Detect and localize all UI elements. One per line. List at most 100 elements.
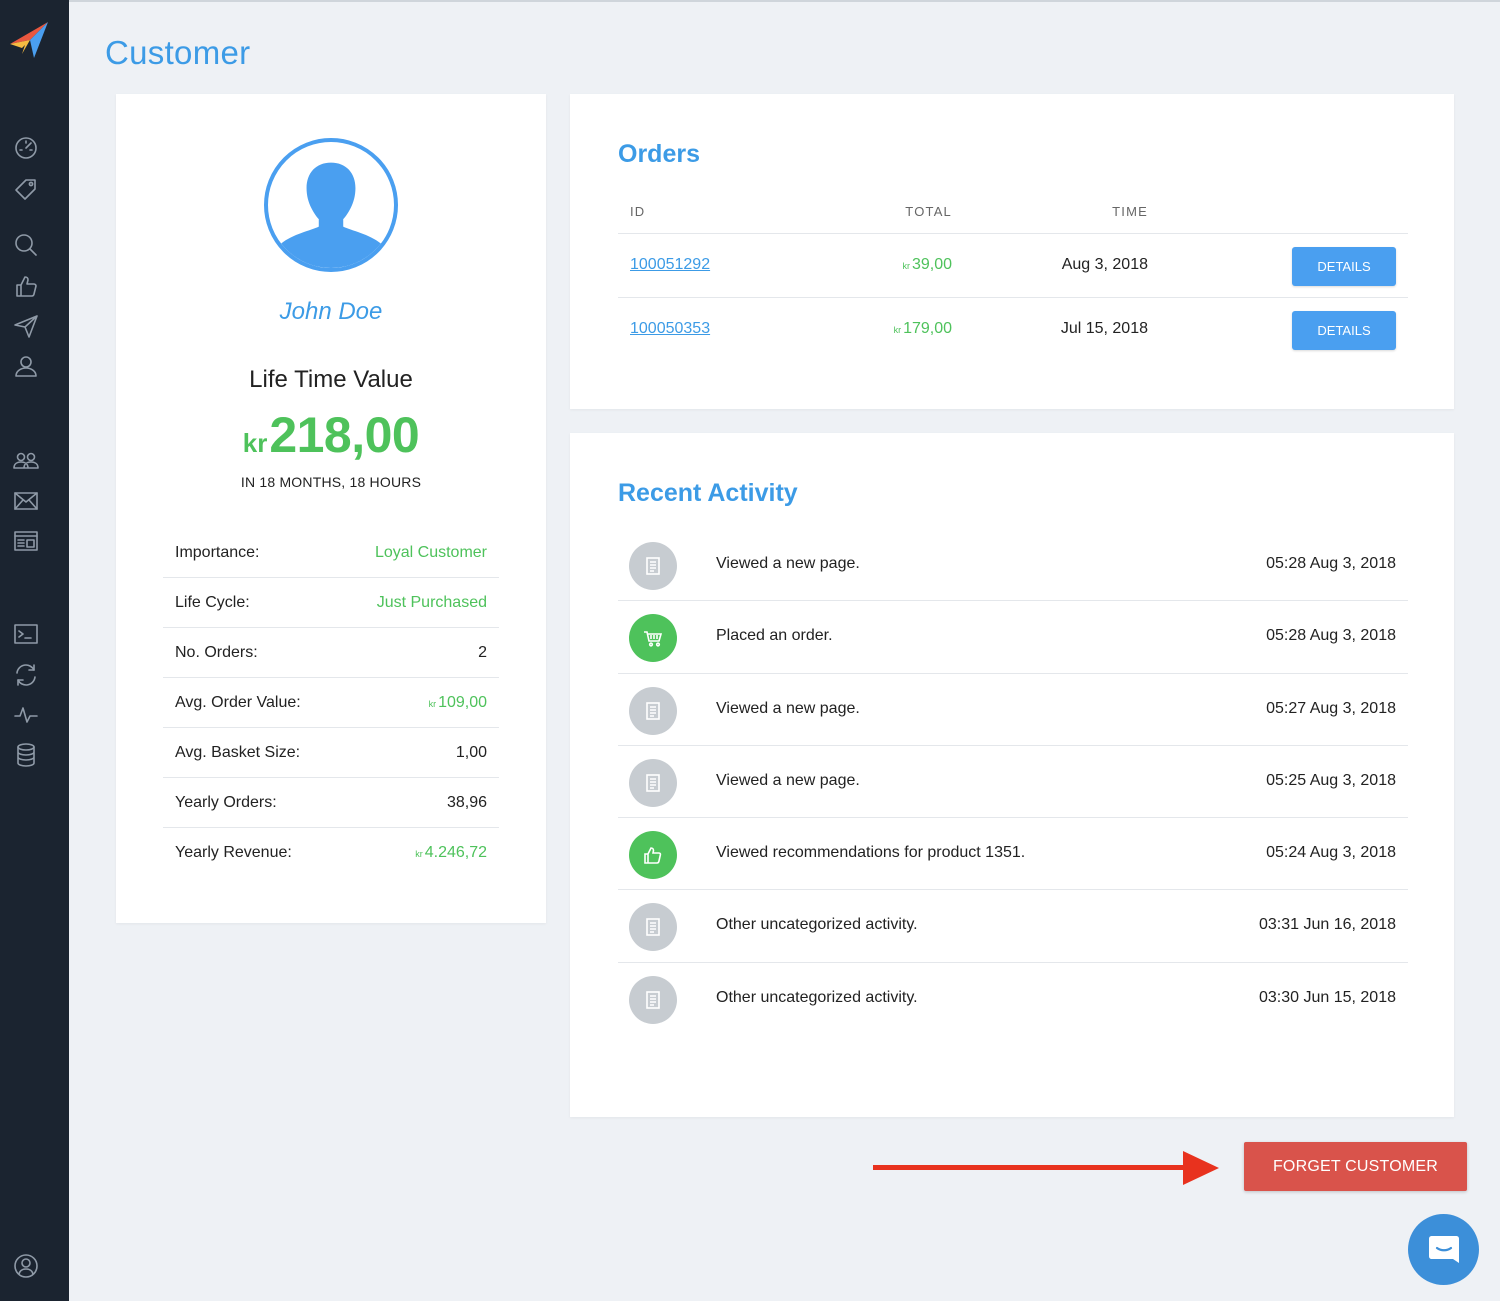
sidebar bbox=[0, 0, 69, 1301]
activity-time: 05:27 Aug 3, 2018 bbox=[1266, 699, 1396, 717]
stat-value-text: 38,96 bbox=[446, 793, 487, 811]
terminal-icon[interactable] bbox=[12, 620, 40, 648]
list-item: Viewed a new page. 05:25 Aug 3, 2018 bbox=[618, 746, 1408, 819]
stat-value-text: 1,00 bbox=[455, 743, 487, 761]
stat-row-avg-order-value: Avg. Order Value: kr 109,00 bbox=[163, 678, 499, 728]
stat-value-text: 109,00 bbox=[438, 693, 487, 711]
chat-icon bbox=[1428, 1235, 1459, 1263]
stat-value: 1,00 bbox=[456, 744, 487, 762]
stat-row-importance: Importance: Loyal Customer bbox=[163, 528, 499, 578]
stat-row-avg-basket-size: Avg. Basket Size: 1,00 bbox=[163, 728, 499, 778]
list-item: Other uncategorized activity. 03:30 Jun … bbox=[618, 963, 1408, 1035]
profile-card: John Doe Life Time Value kr218,00 IN 18 … bbox=[116, 94, 546, 923]
ltv-currency: kr bbox=[242, 428, 268, 458]
account-icon[interactable] bbox=[12, 1252, 40, 1280]
page-icon bbox=[629, 903, 677, 952]
thumbs-up-icon bbox=[629, 831, 677, 880]
stats-list: Importance: Loyal Customer Life Cycle: J… bbox=[163, 528, 499, 878]
search-icon[interactable] bbox=[12, 231, 40, 259]
list-item: Other uncategorized activity. 03:31 Jun … bbox=[618, 890, 1408, 963]
page-icon bbox=[629, 686, 677, 735]
customer-name: John Doe bbox=[279, 298, 383, 325]
currency: kr bbox=[902, 261, 910, 271]
table-row: 100051292 kr 39,00 Aug 3, 2018 DETAILS bbox=[618, 234, 1408, 298]
orders-table: ID TOTAL TIME 100051292 kr 39,00 Aug 3, 2… bbox=[618, 192, 1408, 362]
order-id-link[interactable]: 100051292 bbox=[630, 256, 710, 274]
dashboard-icon[interactable] bbox=[12, 134, 40, 162]
stat-row-no-orders: No. Orders: 2 bbox=[163, 628, 499, 678]
tag-icon[interactable] bbox=[12, 175, 40, 203]
stat-label: Yearly Revenue: bbox=[175, 844, 292, 861]
order-total: kr 179,00 bbox=[894, 320, 952, 338]
stat-value: 38,96 bbox=[447, 794, 487, 812]
user-icon[interactable] bbox=[12, 352, 40, 380]
envelope-icon[interactable] bbox=[12, 487, 40, 515]
activity-time: 05:24 Aug 3, 2018 bbox=[1266, 844, 1396, 862]
top-border bbox=[0, 0, 1500, 2]
stat-value-text: 2 bbox=[478, 643, 487, 661]
thumbs-up-icon[interactable] bbox=[12, 272, 40, 300]
layout-icon[interactable] bbox=[12, 527, 40, 555]
list-item: Placed an order. 05:28 Aug 3, 2018 bbox=[618, 601, 1408, 674]
annotation-arrow-icon bbox=[873, 1151, 1219, 1185]
pulse-icon[interactable] bbox=[12, 701, 40, 729]
details-button[interactable]: DETAILS bbox=[1292, 247, 1396, 286]
activity-title: Recent Activity bbox=[618, 479, 798, 507]
stat-label: Avg. Basket Size: bbox=[175, 743, 301, 761]
order-time: Jul 15, 2018 bbox=[1060, 320, 1148, 337]
stat-label: Life Cycle: bbox=[175, 593, 250, 611]
currency: kr bbox=[893, 325, 902, 335]
users-group-icon[interactable] bbox=[12, 446, 40, 474]
orders-header: ID TOTAL TIME bbox=[618, 192, 1408, 234]
stat-row-life-cycle: Life Cycle: Just Purchased bbox=[163, 578, 499, 628]
stat-value: 2 bbox=[478, 644, 487, 662]
stat-value-text: Loyal Customer bbox=[374, 543, 487, 561]
ltv-period: IN 18 MONTHS, 18 HOURS bbox=[240, 474, 422, 490]
page-icon bbox=[629, 542, 677, 590]
chat-widget-button[interactable] bbox=[1408, 1214, 1479, 1285]
page-icon bbox=[629, 758, 677, 807]
stat-value-text: Just Purchased bbox=[376, 593, 487, 611]
stat-value: Loyal Customer bbox=[375, 544, 487, 562]
cart-icon bbox=[629, 614, 677, 663]
stat-value-text: 4.246,72 bbox=[424, 844, 487, 861]
list-item: Viewed a new page. 05:27 Aug 3, 2018 bbox=[618, 674, 1408, 746]
activity-time: 05:25 Aug 3, 2018 bbox=[1266, 771, 1396, 789]
order-id-link[interactable]: 100050353 bbox=[630, 320, 710, 338]
order-total: kr 39,00 bbox=[902, 256, 952, 274]
column-header-total: TOTAL bbox=[905, 204, 952, 219]
stat-value: Just Purchased bbox=[377, 594, 487, 612]
activity-text: Viewed recommendations for product 1351. bbox=[716, 844, 1026, 862]
page-icon bbox=[629, 975, 677, 1024]
logo-icon[interactable] bbox=[8, 18, 52, 62]
order-total-amount: 179,00 bbox=[903, 320, 952, 337]
ltv-value: kr218,00 bbox=[116, 406, 546, 464]
list-item: Viewed a new page. 05:28 Aug 3, 2018 bbox=[618, 529, 1408, 602]
database-icon[interactable] bbox=[12, 741, 40, 769]
activity-time: 03:31 Jun 16, 2018 bbox=[1258, 916, 1396, 934]
activity-text: Viewed a new page. bbox=[716, 555, 860, 572]
activity-text: Other uncategorized activity. bbox=[716, 916, 918, 934]
activity-text: Other uncategorized activity. bbox=[716, 988, 918, 1006]
table-row: 100050353 kr 179,00 Jul 15, 2018 DETAILS bbox=[618, 298, 1408, 362]
user-silhouette-icon bbox=[276, 162, 386, 268]
stat-label: No. Orders: bbox=[175, 643, 258, 661]
column-header-id: ID bbox=[630, 204, 646, 219]
activity-text: Viewed a new page. bbox=[716, 771, 860, 789]
column-header-time: TIME bbox=[1112, 204, 1148, 219]
details-button[interactable]: DETAILS bbox=[1292, 311, 1396, 350]
currency: kr bbox=[428, 698, 437, 709]
stat-label: Yearly Orders: bbox=[175, 793, 277, 811]
stat-row-yearly-orders: Yearly Orders: 38,96 bbox=[163, 778, 499, 828]
sync-icon[interactable] bbox=[12, 661, 40, 689]
forget-customer-button[interactable]: FORGET CUSTOMER bbox=[1244, 1142, 1467, 1191]
ltv-amount: 218,00 bbox=[269, 407, 420, 463]
stat-label: Importance: bbox=[175, 543, 260, 561]
activity-time: 05:28 Aug 3, 2018 bbox=[1266, 627, 1396, 645]
paper-plane-icon[interactable] bbox=[12, 312, 40, 340]
order-total-amount: 39,00 bbox=[911, 256, 952, 273]
orders-title: Orders bbox=[618, 140, 700, 168]
stat-label: Avg. Order Value: bbox=[175, 693, 301, 711]
activity-text: Placed an order. bbox=[716, 627, 833, 645]
page-title: Customer bbox=[105, 34, 251, 71]
